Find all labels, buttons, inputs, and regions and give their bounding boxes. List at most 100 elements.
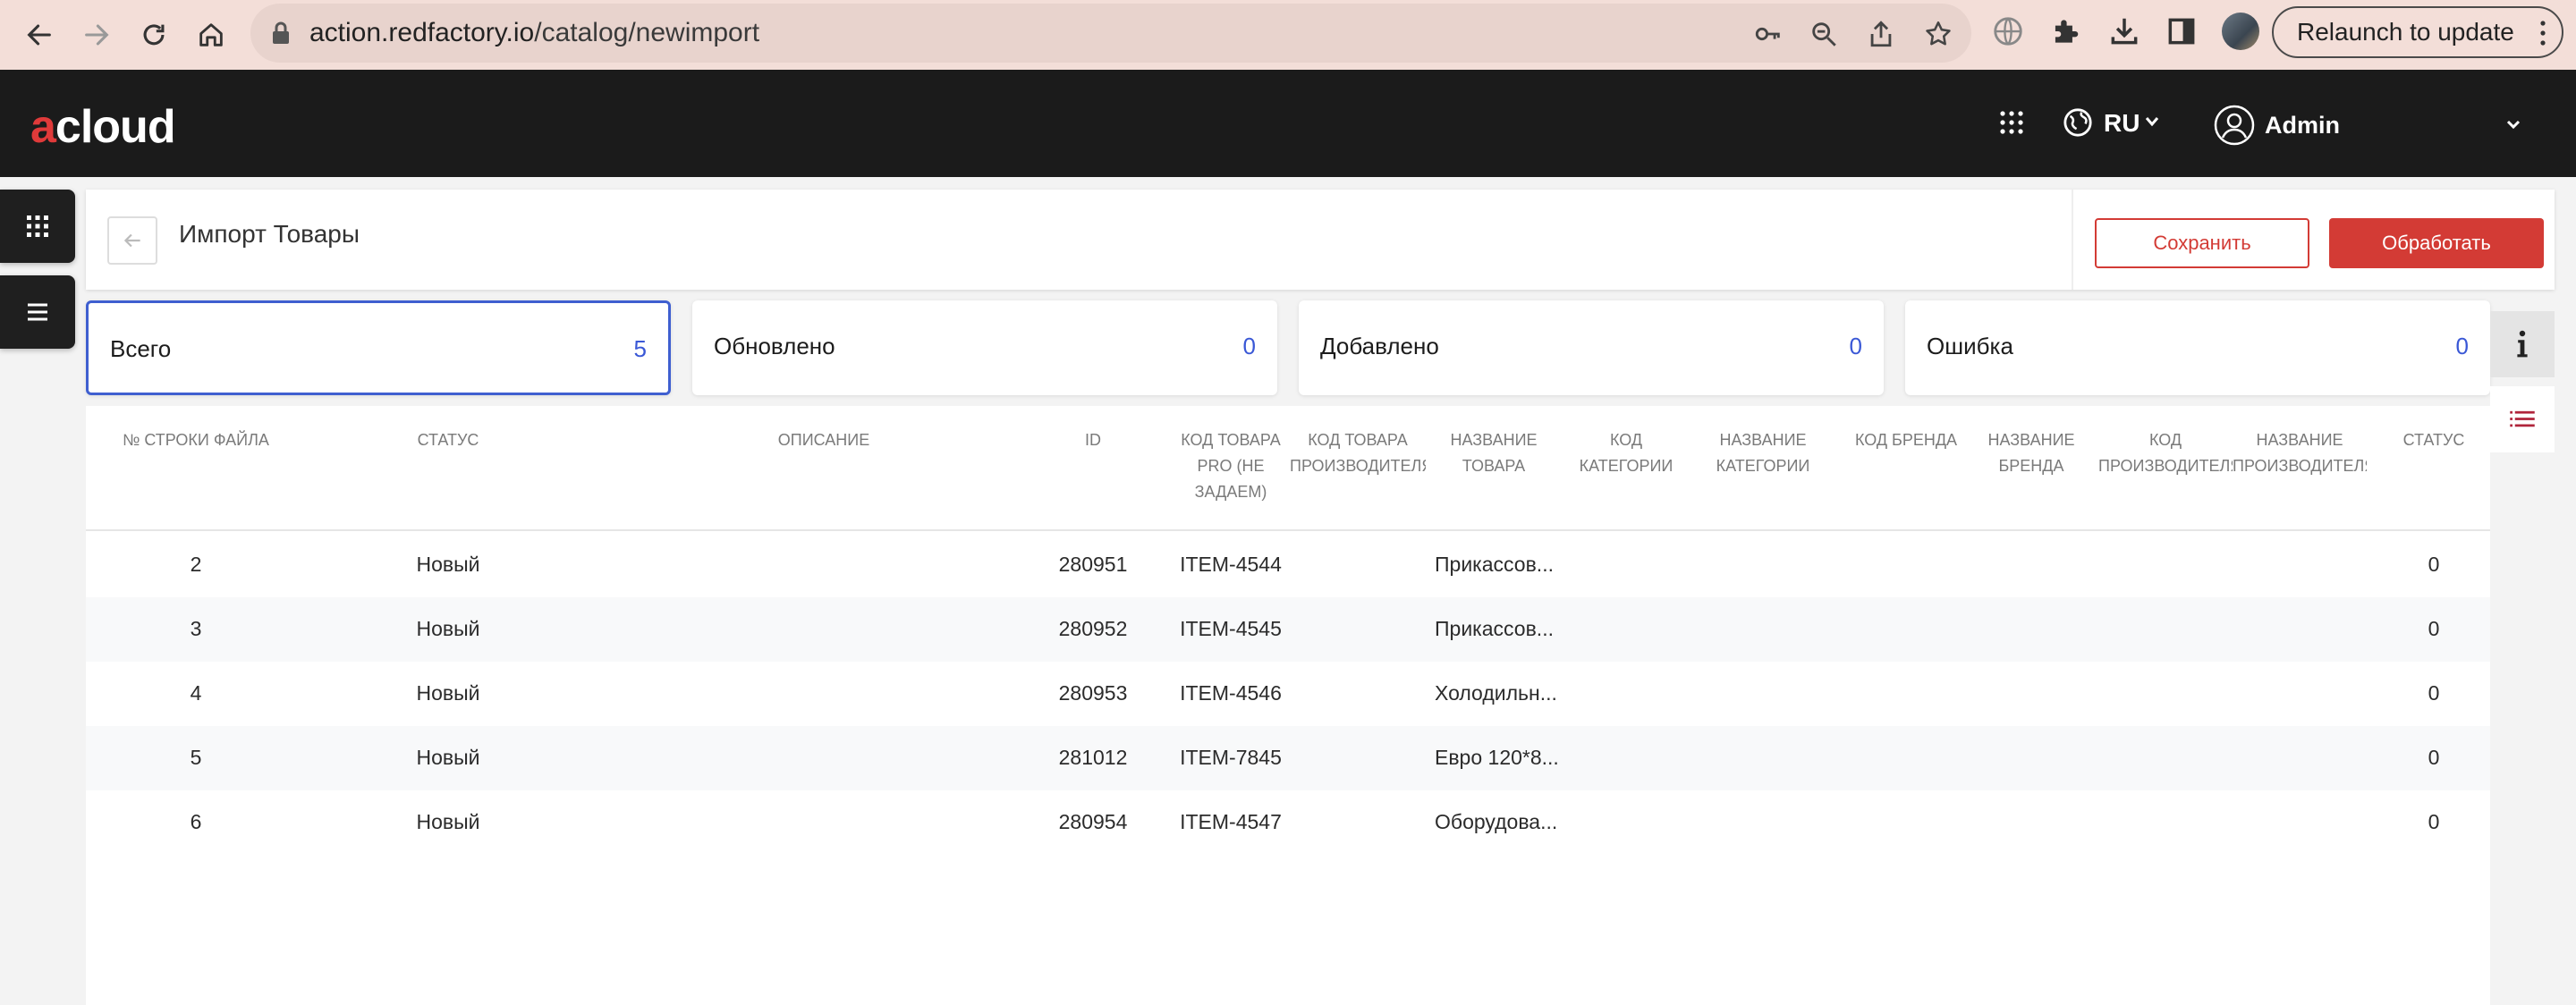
cell-name: Прикассов...: [1435, 553, 1554, 576]
cell-status-2: 0: [2428, 553, 2440, 576]
toolbar-divider: [2072, 190, 2073, 290]
stat-label: Добавлено: [1320, 333, 1439, 359]
user-avatar-icon[interactable]: [2213, 104, 2256, 147]
download-icon[interactable]: [2107, 14, 2141, 48]
stat-card-updated[interactable]: Обновлено 0: [692, 300, 1277, 395]
col-header-product-name[interactable]: Название товара: [1428, 427, 1560, 479]
info-tab[interactable]: [2490, 311, 2555, 377]
cell-status: Новый: [416, 681, 480, 705]
stat-card-total[interactable]: Всего 5: [86, 300, 671, 395]
stat-card-added[interactable]: Добавлено 0: [1299, 300, 1884, 395]
process-button[interactable]: Обработать: [2329, 218, 2544, 268]
col-header-id[interactable]: ID: [1039, 427, 1147, 453]
info-icon: [2517, 330, 2528, 358]
cell-line: 5: [190, 746, 202, 769]
cell-id: 280953: [1058, 681, 1128, 705]
table-row[interactable]: 2 Новый 280951 ITEM-4544 Прикассов... 0: [86, 533, 2490, 597]
apps-menu-button[interactable]: [0, 190, 75, 263]
col-header-status[interactable]: Статус: [381, 427, 515, 453]
key-icon[interactable]: [1753, 19, 1784, 49]
chevron-down-icon[interactable]: [2143, 113, 2161, 131]
cell-status-2: 0: [2428, 681, 2440, 705]
cell-name: Прикассов...: [1435, 617, 1554, 640]
save-button[interactable]: Сохранить: [2095, 218, 2309, 268]
col-header-line[interactable]: № строки файла: [104, 427, 288, 453]
stat-value: 0: [2455, 333, 2469, 359]
stat-value: 5: [633, 335, 647, 362]
globe-icon[interactable]: [2063, 107, 2093, 138]
more-vert-icon[interactable]: [2538, 20, 2547, 46]
col-header-brand-name[interactable]: Название бренда: [1973, 427, 2089, 479]
cell-code: ITEM-4546: [1180, 681, 1282, 705]
star-icon[interactable]: [1923, 19, 1953, 49]
stat-value: 0: [1849, 333, 1862, 359]
home-icon[interactable]: [191, 15, 231, 55]
col-header-description[interactable]: Описание: [712, 427, 936, 453]
col-header-producer-code[interactable]: Код производителя: [2098, 427, 2233, 479]
page-title: Импорт Товары: [179, 220, 360, 248]
cell-id: 280954: [1058, 810, 1128, 833]
cell-code: ITEM-7845: [1180, 746, 1282, 769]
table-row[interactable]: 5 Новый 281012 ITEM-7845 Евро 120*8... 0: [86, 726, 2490, 790]
cell-status-2: 0: [2428, 617, 2440, 640]
address-bar[interactable]: action.redfactory.io/catalog/newimport: [250, 4, 1971, 63]
cell-code: ITEM-4545: [1180, 617, 1282, 640]
col-header-status-2[interactable]: Статус: [2385, 427, 2483, 453]
side-panel-icon[interactable]: [2165, 14, 2199, 48]
user-menu-chevron-icon[interactable]: [2504, 115, 2522, 133]
page-toolbar: Импорт Товары Сохранить Обработать: [86, 190, 2555, 290]
col-header-pro-code[interactable]: Код товара PRO (не задаем): [1174, 427, 1288, 505]
cell-id: 280951: [1058, 553, 1128, 576]
relaunch-button[interactable]: Relaunch to update: [2272, 6, 2563, 58]
table-row[interactable]: 6 Новый 280954 ITEM-4547 Оборудова... 0: [86, 790, 2490, 855]
cell-name: Холодильн...: [1435, 681, 1557, 705]
grid-icon: [27, 215, 48, 237]
cell-line: 6: [190, 810, 202, 833]
cell-code: ITEM-4547: [1180, 810, 1282, 833]
table-row[interactable]: 4 Новый 280953 ITEM-4546 Холодильн... 0: [86, 662, 2490, 726]
zoom-icon[interactable]: [1809, 19, 1839, 49]
translate-globe-icon[interactable]: [1991, 14, 2025, 48]
apps-grid-icon[interactable]: [1998, 109, 2025, 136]
logo[interactable]: acloud: [30, 100, 176, 154]
col-header-brand-code[interactable]: Код бренда: [1839, 427, 1973, 453]
stat-card-error[interactable]: Ошибка 0: [1905, 300, 2490, 395]
col-header-category-code[interactable]: Код категории: [1572, 427, 1680, 479]
browser-toolbar: action.redfactory.io/catalog/newimport R…: [0, 0, 2576, 70]
reload-icon[interactable]: [134, 15, 174, 55]
cell-line: 2: [190, 553, 202, 576]
stat-label: Ошибка: [1927, 333, 2013, 359]
extensions-icon[interactable]: [2048, 14, 2082, 48]
share-icon[interactable]: [1866, 19, 1896, 49]
cell-status-2: 0: [2428, 746, 2440, 769]
cell-id: 280952: [1058, 617, 1128, 640]
cell-status: Новый: [416, 810, 480, 833]
back-arrow-icon[interactable]: [20, 15, 59, 55]
list-tab[interactable]: [2490, 386, 2555, 452]
user-name[interactable]: Admin: [2265, 112, 2340, 139]
lock-icon: [273, 21, 289, 44]
table-row[interactable]: 3 Новый 280952 ITEM-4545 Прикассов... 0: [86, 597, 2490, 662]
app-header: acloud RU Admin: [0, 70, 2576, 177]
cell-status: Новый: [416, 617, 480, 640]
cell-line: 3: [190, 617, 202, 640]
arrow-left-icon: [123, 233, 140, 248]
list-icon: [2510, 410, 2535, 427]
forward-arrow-icon[interactable]: [77, 15, 116, 55]
cell-status: Новый: [416, 746, 480, 769]
profile-avatar[interactable]: [2222, 13, 2259, 50]
language-selector[interactable]: RU: [2104, 109, 2140, 138]
col-header-producer-name[interactable]: Название производителя: [2233, 427, 2367, 479]
cell-status-2: 0: [2428, 810, 2440, 833]
back-button[interactable]: [107, 216, 157, 265]
main-menu-button[interactable]: [0, 275, 75, 349]
stat-label: Обновлено: [714, 333, 835, 359]
col-header-category-name[interactable]: Название категории: [1696, 427, 1830, 479]
cell-code: ITEM-4544: [1180, 553, 1282, 576]
import-table: № строки файла Статус Описание ID Код то…: [86, 406, 2490, 1005]
col-header-manufacturer-code[interactable]: Код товара производителя: [1290, 427, 1426, 479]
cell-name: Оборудова...: [1435, 810, 1558, 833]
cell-status: Новый: [416, 553, 480, 576]
stat-label: Всего: [110, 335, 172, 362]
hamburger-icon: [28, 303, 47, 321]
